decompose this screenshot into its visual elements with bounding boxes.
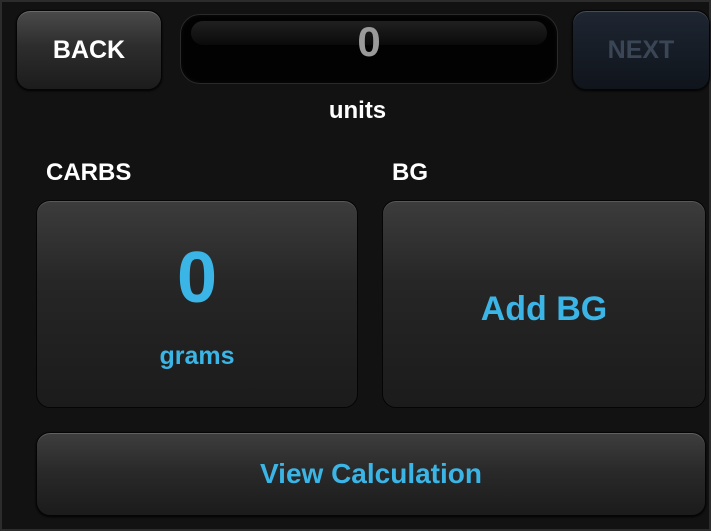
bg-section-label: BG (392, 159, 428, 186)
units-value: 0 (357, 18, 381, 65)
carbs-unit-label: grams (159, 342, 235, 370)
carbs-value: 0 (176, 238, 218, 318)
bolus-screen: BACK 0 NEXT units CARBS BG 0 grams Add B… (0, 0, 711, 531)
add-bg-label: Add BG (480, 290, 608, 328)
view-calculation-label: View Calculation (260, 458, 482, 489)
view-calculation-button[interactable]: View Calculation (36, 432, 706, 516)
units-label: units (328, 97, 387, 124)
next-button-label: NEXT (607, 35, 675, 64)
back-button-label: BACK (52, 35, 126, 64)
next-button[interactable]: NEXT (572, 10, 710, 90)
carbs-section-label: CARBS (46, 159, 132, 186)
back-button[interactable]: BACK (16, 10, 162, 90)
